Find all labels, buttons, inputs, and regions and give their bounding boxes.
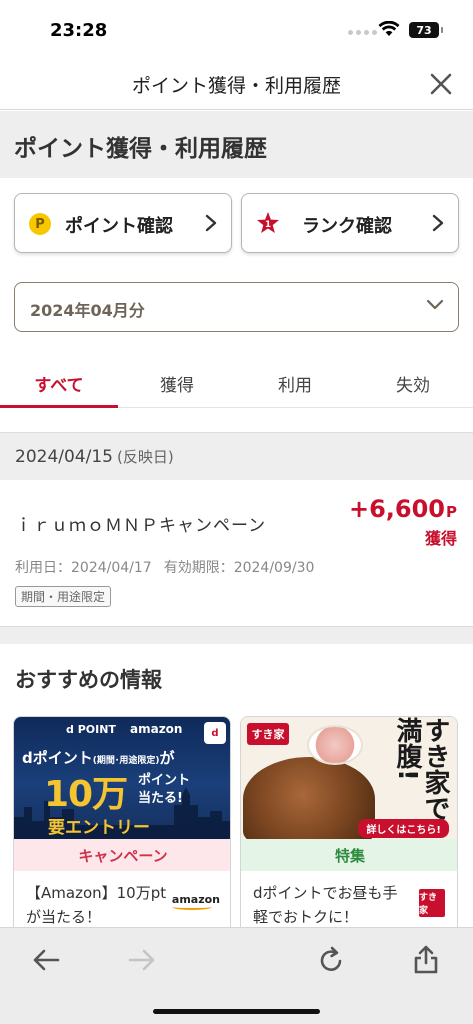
point-coin-icon: P [29,213,51,235]
sukiya-logo: すき家 [419,889,445,917]
page-title: ポイント獲得・利用履歴 [14,136,267,162]
history-item-title: ｉｒｕｍｏＭＮＰキャンペーン [15,516,267,536]
point-confirm-label: ポイント確認 [65,216,173,237]
history-tabs: すべて 獲得 利用 失効 [0,356,473,408]
campaign-banner-image: d POINT amazon d dポイント(期間･用途限定)が 10万 ポイン… [14,717,230,839]
status-bar: 23:28 73 [0,0,473,58]
history-date-note: (反映日) [116,448,174,466]
points-unit: P [446,503,457,521]
home-indicator [153,1009,320,1014]
close-icon[interactable] [427,70,455,98]
tab-used[interactable]: 利用 [236,356,354,408]
month-select[interactable]: 2024年04月分 [14,282,459,332]
section-divider [0,626,473,644]
feature-banner-image: すき家 すき家で満腹! 詳しくはこちら! [241,717,457,839]
plate-icon [307,725,363,765]
history-item-dates: 利用日：2024/04/17 有効期限：2024/09/30 [15,557,314,577]
card-text: dポイントでお昼も手軽でおトクに！ [253,884,398,926]
amazon-logo-text: amazon [130,722,183,736]
tab-expired[interactable]: 失効 [354,356,472,408]
chevron-down-icon [426,299,444,310]
tab-all[interactable]: すべて [0,356,118,408]
status-time: 23:28 [50,20,108,41]
date-header: 2024/04/15 (反映日) [0,432,473,480]
month-select-value: 2024年04月分 [30,301,145,320]
share-icon[interactable] [410,944,442,976]
card-category: キャンペーン [14,839,230,871]
banner-side1: ポイント [138,773,191,788]
chevron-right-icon [432,214,444,232]
history-item-type: 獲得 [424,529,457,548]
banner-more-button: 詳しくはこちら! [358,819,449,838]
history-item-points: +6,600P [349,495,457,523]
nav-header: ポイント獲得・利用履歴 [0,58,473,110]
limited-tag: 期間・用途限定 [15,586,112,607]
recommendation-card-amazon[interactable]: d POINT amazon d dポイント(期間･用途限定)が 10万 ポイン… [13,716,231,936]
point-confirm-button[interactable]: P ポイント確認 [14,193,232,253]
forward-arrow-icon[interactable] [126,944,158,976]
points-value: +6,600 [348,495,445,523]
wifi-icon [378,21,400,36]
banner-big-number: 10万 [44,774,128,815]
recommendations-heading: おすすめの情報 [15,668,162,692]
recommendation-card-sukiya[interactable]: すき家 すき家で満腹! 詳しくはこちら! 特集 dポイントでお昼も手軽でおトクに… [240,716,458,936]
battery-level: 73 [416,23,432,37]
rank-confirm-button[interactable]: 1 ランク確認 [241,193,459,253]
expiry-date: 有効期限：2024/09/30 [163,560,315,576]
sukiya-banner-logo: すき家 [247,723,289,745]
svg-text:1: 1 [265,220,271,230]
reload-icon[interactable] [315,944,347,976]
use-date: 利用日：2024/04/17 [15,560,152,576]
history-date: 2024/04/15 [15,447,113,467]
banner-line1-end: が [159,749,175,767]
back-arrow-icon[interactable] [30,944,62,976]
rank-confirm-label: ランク確認 [302,216,392,237]
rank-star-icon: 1 [257,212,279,233]
chevron-right-icon [205,214,217,232]
card-text: 【Amazon】10万ptが当たる！ [26,884,167,926]
banner-side2: 当たる! [138,791,183,806]
dpoint-logo-text: d POINT [66,723,116,736]
banner-entry: 要エントリー [48,818,150,838]
history-row: ｉｒｕｍｏＭＮＰキャンペーン +6,600P 獲得 利用日：2024/04/17… [0,481,473,626]
card-category: 特集 [241,839,457,871]
tab-earned[interactable]: 獲得 [118,356,236,408]
nav-title: ポイント獲得・利用履歴 [131,75,341,97]
page-heading-band: ポイント獲得・利用履歴 [0,111,473,178]
gyudon-bowl-icon [243,757,375,839]
battery-icon: 73 [409,22,443,38]
amazon-logo: amazon [172,893,220,910]
signal-dots-icon [348,30,377,35]
dpoint-badge-icon: d [204,722,226,744]
